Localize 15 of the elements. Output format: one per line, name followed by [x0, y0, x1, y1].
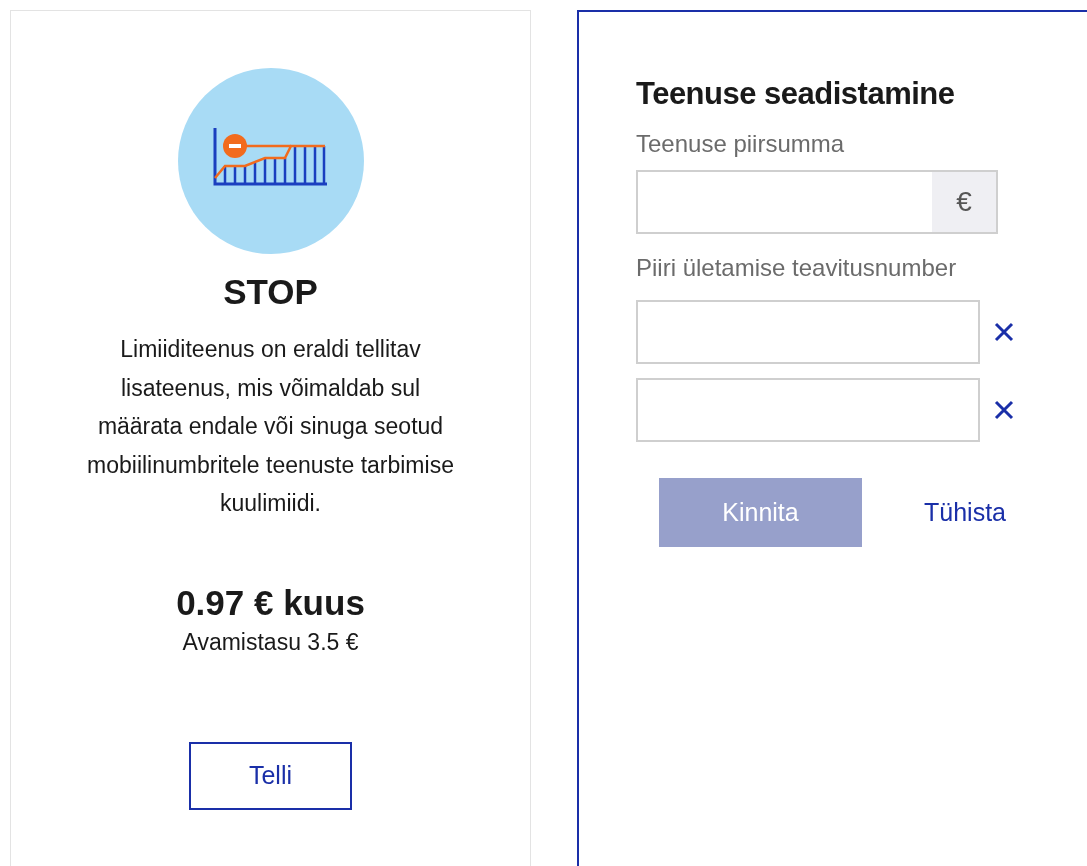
opening-fee: Avamistasu 3.5 € — [182, 627, 359, 657]
phone-input-field[interactable] — [636, 378, 980, 442]
price: 0.97 € kuus — [176, 581, 365, 624]
currency-addon: € — [932, 172, 996, 232]
phone-input-field[interactable] — [636, 300, 980, 364]
settings-title: Teenuse seadistamine — [636, 75, 956, 113]
notify-label: Piiri ületamise teavitusnumber — [636, 253, 958, 283]
cancel-link[interactable]: Tühista — [924, 493, 1006, 532]
close-icon[interactable] — [994, 322, 1014, 342]
limit-label: Teenuse piirsumma — [636, 129, 846, 159]
close-icon[interactable] — [994, 400, 1014, 420]
offer-description: Limiiditeenus on eraldi tellitav lisateenus, mis võimaldab sul määrata endale või sinuga seotud mobiilinumbritele teenuste tarbimise kuulimiidi. — [86, 335, 455, 518]
offer-title: STOP — [223, 271, 318, 313]
order-button[interactable]: Telli — [189, 741, 352, 810]
limit-input-field[interactable]: € — [636, 170, 998, 234]
